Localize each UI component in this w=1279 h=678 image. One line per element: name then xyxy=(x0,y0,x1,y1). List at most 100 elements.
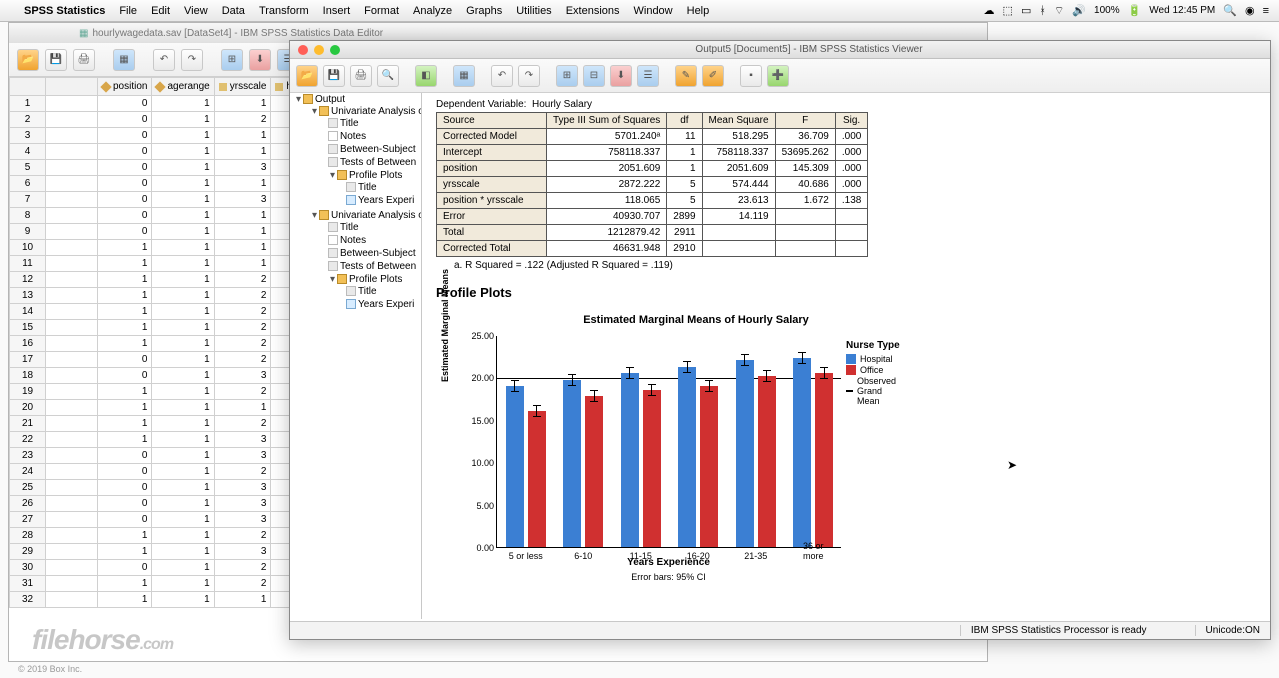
minimize-icon[interactable] xyxy=(314,45,324,55)
control-center-icon[interactable]: ◉ xyxy=(1245,4,1255,17)
row-header[interactable]: 25 xyxy=(10,480,46,496)
anova-table[interactable]: Source Type III Sum of Squares df Mean S… xyxy=(436,112,868,257)
designate-icon[interactable]: ✎ xyxy=(675,65,697,87)
tree-univariate[interactable]: Univariate Analysis of xyxy=(331,106,422,117)
row-header[interactable]: 12 xyxy=(10,272,46,288)
col-position[interactable]: position xyxy=(113,81,147,92)
print-icon[interactable]: 🖨 xyxy=(73,49,95,71)
undo-icon[interactable]: ↶ xyxy=(491,65,513,87)
menu-window[interactable]: Window xyxy=(634,5,673,17)
open-icon[interactable]: 📂 xyxy=(17,49,39,71)
row-header[interactable]: 22 xyxy=(10,432,46,448)
row-header[interactable]: 27 xyxy=(10,512,46,528)
row-header[interactable]: 4 xyxy=(10,144,46,160)
row-header[interactable]: 3 xyxy=(10,128,46,144)
row-header[interactable]: 16 xyxy=(10,336,46,352)
menu-utilities[interactable]: Utilities xyxy=(516,5,551,17)
run-icon[interactable]: ➕ xyxy=(767,65,789,87)
row-header[interactable]: 23 xyxy=(10,448,46,464)
select-last-icon[interactable]: ☰ xyxy=(637,65,659,87)
tree-notes2[interactable]: Notes xyxy=(340,235,366,246)
menu-help[interactable]: Help xyxy=(687,5,710,17)
row-header[interactable]: 8 xyxy=(10,208,46,224)
row-header[interactable]: 6 xyxy=(10,176,46,192)
profile-chart[interactable]: Estimated Marginal Means 0.005.0010.0015… xyxy=(446,332,866,582)
notifications-icon[interactable]: ≡ xyxy=(1263,5,1269,17)
col-agerange[interactable]: agerange xyxy=(167,81,209,92)
row-header[interactable]: 13 xyxy=(10,288,46,304)
row-header[interactable]: 17 xyxy=(10,352,46,368)
tree-ye[interactable]: Years Experi xyxy=(358,195,414,206)
row-header[interactable]: 14 xyxy=(10,304,46,320)
row-header[interactable]: 7 xyxy=(10,192,46,208)
display-icon[interactable]: ▭ xyxy=(1021,4,1031,17)
clock[interactable]: Wed 12:45 PM xyxy=(1149,5,1215,16)
row-header[interactable]: 2 xyxy=(10,112,46,128)
insert-icon[interactable]: ⬇ xyxy=(610,65,632,87)
app-name[interactable]: SPSS Statistics xyxy=(24,5,105,17)
tree-pp[interactable]: Profile Plots xyxy=(349,170,402,181)
row-header[interactable]: 30 xyxy=(10,560,46,576)
output-tree[interactable]: ▾Output ▾Univariate Analysis of Title No… xyxy=(290,93,422,619)
undo-icon[interactable]: ↶ xyxy=(153,49,175,71)
row-header[interactable]: 15 xyxy=(10,320,46,336)
show-icon[interactable]: ▪ xyxy=(740,65,762,87)
row-header[interactable]: 20 xyxy=(10,400,46,416)
open-icon[interactable]: 📂 xyxy=(296,65,318,87)
tree-title[interactable]: Title xyxy=(340,118,359,129)
menu-insert[interactable]: Insert xyxy=(323,5,351,17)
tree-ye2[interactable]: Years Experi xyxy=(358,299,414,310)
dropbox-icon[interactable]: ⬚ xyxy=(1003,4,1013,17)
tree-pp2[interactable]: Profile Plots xyxy=(349,274,402,285)
row-header[interactable]: 5 xyxy=(10,160,46,176)
dialog-recall-icon[interactable]: ▦ xyxy=(453,65,475,87)
menu-edit[interactable]: Edit xyxy=(151,5,170,17)
menu-data[interactable]: Data xyxy=(222,5,245,17)
row-header[interactable]: 29 xyxy=(10,544,46,560)
preview-icon[interactable]: 🔍 xyxy=(377,65,399,87)
redo-icon[interactable]: ↷ xyxy=(518,65,540,87)
tree-title3[interactable]: Title xyxy=(340,222,359,233)
save-icon[interactable]: 💾 xyxy=(323,65,345,87)
row-header[interactable]: 11 xyxy=(10,256,46,272)
close-icon[interactable] xyxy=(298,45,308,55)
tree-bs2[interactable]: Between-Subject xyxy=(340,248,416,259)
menu-graphs[interactable]: Graphs xyxy=(466,5,502,17)
row-header[interactable]: 26 xyxy=(10,496,46,512)
menu-format[interactable]: Format xyxy=(364,5,399,17)
script-icon[interactable]: ✐ xyxy=(702,65,724,87)
save-icon[interactable]: 💾 xyxy=(45,49,67,71)
export-icon[interactable]: ◧ xyxy=(415,65,437,87)
row-header[interactable]: 1 xyxy=(10,96,46,112)
tree-title4[interactable]: Title xyxy=(358,286,377,297)
redo-icon[interactable]: ↷ xyxy=(181,49,203,71)
goto-var-icon[interactable]: ⬇ xyxy=(249,49,271,71)
wifi-icon[interactable]: ⌔ xyxy=(1054,4,1064,18)
volume-icon[interactable]: 🔊 xyxy=(1072,4,1086,17)
tree-bs[interactable]: Between-Subject xyxy=(340,144,416,155)
tree-title2[interactable]: Title xyxy=(358,182,377,193)
maximize-icon[interactable] xyxy=(330,45,340,55)
spotlight-icon[interactable]: 🔍 xyxy=(1223,4,1237,17)
tree-tob2[interactable]: Tests of Between xyxy=(340,261,416,272)
menu-view[interactable]: View xyxy=(184,5,208,17)
goto-icon[interactable]: ⊞ xyxy=(556,65,578,87)
col-yrsscale[interactable]: yrsscale xyxy=(230,81,267,92)
menu-extensions[interactable]: Extensions xyxy=(566,5,620,17)
tree-univariate2[interactable]: Univariate Analysis of xyxy=(331,210,422,221)
row-header[interactable]: 18 xyxy=(10,368,46,384)
row-header[interactable]: 28 xyxy=(10,528,46,544)
tree-notes[interactable]: Notes xyxy=(340,131,366,142)
dialog-recall-icon[interactable]: ▦ xyxy=(113,49,135,71)
row-header[interactable]: 10 xyxy=(10,240,46,256)
output-pane[interactable]: Dependent Variable: Hourly Salary Source… xyxy=(422,93,1270,619)
bluetooth-icon[interactable]: ᚼ xyxy=(1039,5,1046,17)
menu-transform[interactable]: Transform xyxy=(259,5,309,17)
row-header[interactable]: 31 xyxy=(10,576,46,592)
row-header[interactable]: 24 xyxy=(10,464,46,480)
row-header[interactable]: 21 xyxy=(10,416,46,432)
row-header[interactable]: 32 xyxy=(10,592,46,608)
goto-data-icon[interactable]: ⊟ xyxy=(583,65,605,87)
menu-file[interactable]: File xyxy=(119,5,137,17)
row-header[interactable]: 9 xyxy=(10,224,46,240)
